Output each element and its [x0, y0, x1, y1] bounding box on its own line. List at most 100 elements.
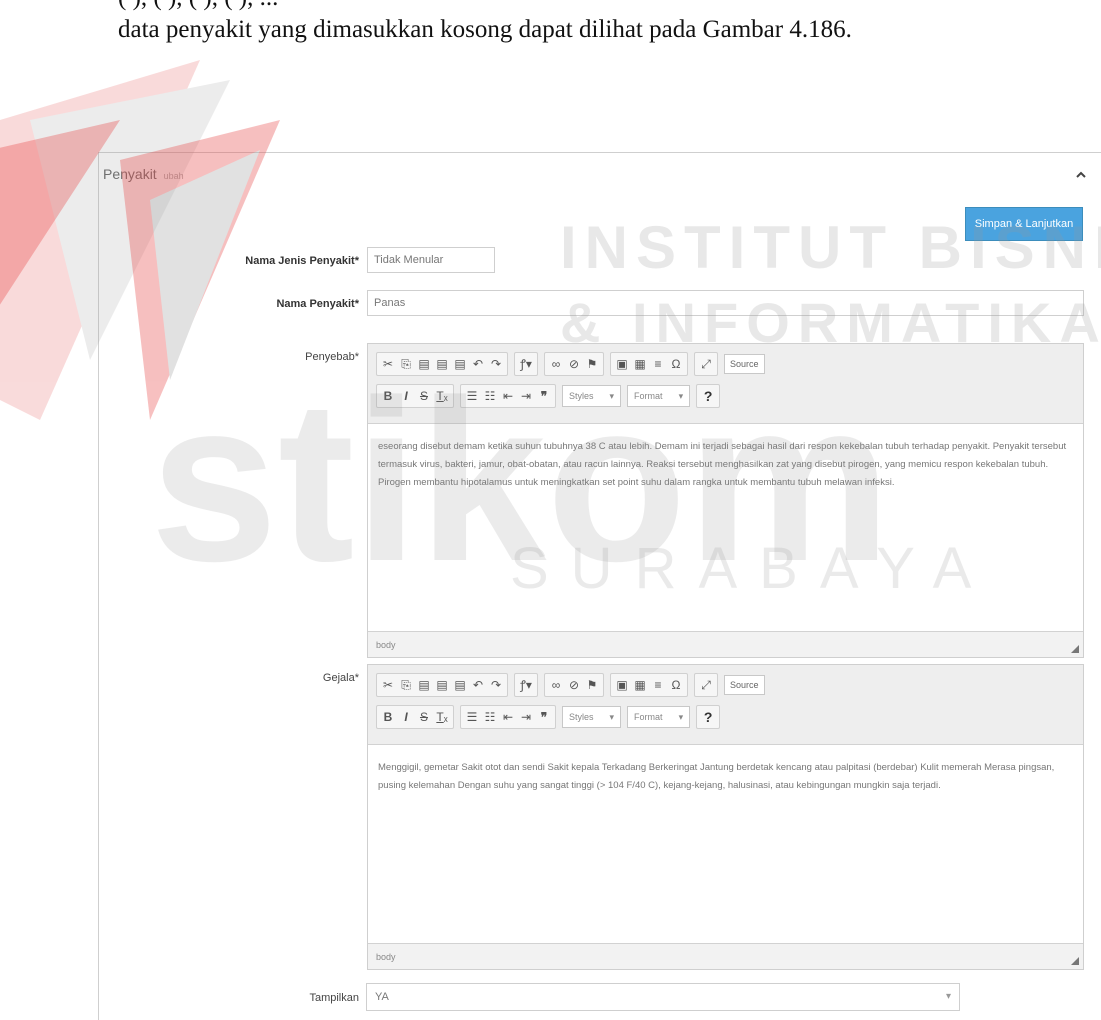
maximize-group: ⤢: [694, 352, 718, 376]
panel-subtitle: ubah: [163, 171, 184, 181]
spellcheck-icon[interactable]: ꝭ▾: [520, 675, 532, 695]
editor-toolbar: ✂ ⎘ ▤ ▤ ▤ ↶ ↷ ꝭ▾ ∞ ⊘ ⚑ ▣ ▦ ≡ Ω ⤢ Source …: [368, 344, 1083, 424]
image-icon[interactable]: ▣: [616, 354, 628, 374]
caption-top-fragment: ( ), ( ), ( ), ( ), ...: [118, 0, 278, 12]
cut-icon[interactable]: ✂: [382, 354, 394, 374]
maximize-icon[interactable]: ⤢: [700, 354, 712, 374]
redo-icon[interactable]: ↷: [490, 354, 502, 374]
spellcheck-group: ꝭ▾: [514, 352, 538, 376]
help-icon[interactable]: ?: [702, 707, 714, 727]
styles-select[interactable]: Styles ▾: [562, 706, 622, 728]
maximize-group: ⤢: [694, 673, 718, 697]
outdent-icon[interactable]: ⇤: [502, 707, 514, 727]
tampilkan-value: YA: [375, 991, 389, 1003]
paste-text-icon[interactable]: ▤: [436, 354, 448, 374]
special-char-icon[interactable]: Ω: [670, 354, 682, 374]
format-select[interactable]: Format ▾: [627, 706, 691, 728]
numbered-list-icon[interactable]: ☰: [466, 386, 478, 406]
strike-icon[interactable]: S: [418, 707, 430, 727]
bulleted-list-icon[interactable]: ☷: [484, 707, 496, 727]
paste-icon[interactable]: ▤: [418, 354, 430, 374]
styles-label: Styles: [569, 712, 594, 722]
gejala-label: Gejala*: [322, 672, 359, 684]
outdent-icon[interactable]: ⇤: [502, 386, 514, 406]
redo-icon[interactable]: ↷: [490, 675, 502, 695]
italic-icon[interactable]: I: [400, 386, 412, 406]
gejala-content[interactable]: Menggigil, gemetar Sakit otot dan sendi …: [368, 745, 1083, 809]
element-path[interactable]: body: [376, 640, 396, 650]
nama-penyakit-label: Nama Penyakit*: [276, 298, 359, 310]
link-group: ∞ ⊘ ⚑: [544, 352, 604, 376]
format-select[interactable]: Format ▾: [627, 385, 691, 407]
unlink-icon[interactable]: ⊘: [568, 354, 580, 374]
jenis-penyakit-field[interactable]: Tidak Menular: [367, 247, 495, 273]
indent-icon[interactable]: ⇥: [520, 707, 532, 727]
spellcheck-group: ꝭ▾: [514, 673, 538, 697]
unlink-icon[interactable]: ⊘: [568, 675, 580, 695]
disease-panel: Penyakit ubah Simpan & Lanjutkan Nama Je…: [98, 152, 1101, 1020]
source-label: Source: [730, 680, 759, 690]
save-continue-button[interactable]: Simpan & Lanjutkan: [965, 207, 1083, 241]
source-label: Source: [730, 359, 759, 369]
penyebab-content[interactable]: eseorang disebut demam ketika suhun tubu…: [368, 424, 1083, 506]
paste-text-icon[interactable]: ▤: [436, 675, 448, 695]
bold-icon[interactable]: B: [382, 707, 394, 727]
resize-grip-icon[interactable]: [1071, 957, 1079, 965]
blockquote-icon[interactable]: ❞: [538, 386, 550, 406]
insert-group: ▣ ▦ ≡ Ω: [610, 673, 688, 697]
cut-icon[interactable]: ✂: [382, 675, 394, 695]
penyebab-editor[interactable]: ✂ ⎘ ▤ ▤ ▤ ↶ ↷ ꝭ▾ ∞ ⊘ ⚑ ▣ ▦ ≡ Ω ⤢ Source …: [367, 343, 1084, 658]
copy-icon[interactable]: ⎘: [400, 675, 412, 695]
anchor-icon[interactable]: ⚑: [586, 354, 598, 374]
toolbar-row-1: ✂ ⎘ ▤ ▤ ▤ ↶ ↷ ꝭ▾ ∞ ⊘ ⚑ ▣ ▦ ≡ Ω ⤢ Source: [376, 673, 765, 697]
spellcheck-icon[interactable]: ꝭ▾: [520, 354, 532, 374]
bulleted-list-icon[interactable]: ☷: [484, 386, 496, 406]
remove-format-icon[interactable]: Tₓ: [436, 707, 448, 727]
undo-icon[interactable]: ↶: [472, 354, 484, 374]
horizontal-line-icon[interactable]: ≡: [652, 675, 664, 695]
help-icon[interactable]: ?: [702, 386, 714, 406]
caption-line: data penyakit yang dimasukkan kosong dap…: [118, 16, 852, 43]
table-icon[interactable]: ▦: [634, 354, 646, 374]
chevron-down-icon: ▾: [609, 712, 615, 722]
link-icon[interactable]: ∞: [550, 354, 562, 374]
table-icon[interactable]: ▦: [634, 675, 646, 695]
bold-icon[interactable]: B: [382, 386, 394, 406]
italic-icon[interactable]: I: [400, 707, 412, 727]
remove-format-icon[interactable]: Tₓ: [436, 386, 448, 406]
maximize-icon[interactable]: ⤢: [700, 675, 712, 695]
paste-word-icon[interactable]: ▤: [454, 354, 466, 374]
paste-icon[interactable]: ▤: [418, 675, 430, 695]
indent-icon[interactable]: ⇥: [520, 386, 532, 406]
strike-icon[interactable]: S: [418, 386, 430, 406]
paste-word-icon[interactable]: ▤: [454, 675, 466, 695]
tampilkan-select[interactable]: YA ▾: [366, 983, 960, 1011]
chevron-up-icon[interactable]: [1075, 169, 1087, 181]
chevron-down-icon: ▾: [678, 712, 684, 722]
panel-title-text: Penyakit: [103, 166, 157, 182]
anchor-icon[interactable]: ⚑: [586, 675, 598, 695]
source-button[interactable]: Source: [724, 675, 765, 695]
blockquote-icon[interactable]: ❞: [538, 707, 550, 727]
numbered-list-icon[interactable]: ☰: [466, 707, 478, 727]
styles-select[interactable]: Styles ▾: [562, 385, 622, 407]
toolbar-row-2: B I S Tₓ ☰ ☷ ⇤ ⇥ ❞ Styles ▾ Format ▾ ?: [376, 384, 721, 408]
undo-icon[interactable]: ↶: [472, 675, 484, 695]
copy-icon[interactable]: ⎘: [400, 354, 412, 374]
jenis-penyakit-label: Nama Jenis Penyakit*: [245, 255, 359, 267]
element-path[interactable]: body: [376, 952, 396, 962]
link-icon[interactable]: ∞: [550, 675, 562, 695]
insert-group: ▣ ▦ ≡ Ω: [610, 352, 688, 376]
resize-grip-icon[interactable]: [1071, 645, 1079, 653]
special-char-icon[interactable]: Ω: [670, 675, 682, 695]
basic-style-group: B I S Tₓ: [376, 705, 454, 729]
gejala-editor[interactable]: ✂ ⎘ ▤ ▤ ▤ ↶ ↷ ꝭ▾ ∞ ⊘ ⚑ ▣ ▦ ≡ Ω ⤢ Source …: [367, 664, 1084, 970]
editor-statusbar: body: [368, 631, 1083, 657]
panel-title: Penyakit ubah: [103, 166, 184, 182]
panel-header: Penyakit ubah: [99, 153, 1101, 195]
image-icon[interactable]: ▣: [616, 675, 628, 695]
horizontal-line-icon[interactable]: ≡: [652, 354, 664, 374]
tampilkan-label: Tampilkan: [309, 992, 359, 1004]
nama-penyakit-field[interactable]: Panas: [367, 290, 1084, 316]
source-button[interactable]: Source: [724, 354, 765, 374]
